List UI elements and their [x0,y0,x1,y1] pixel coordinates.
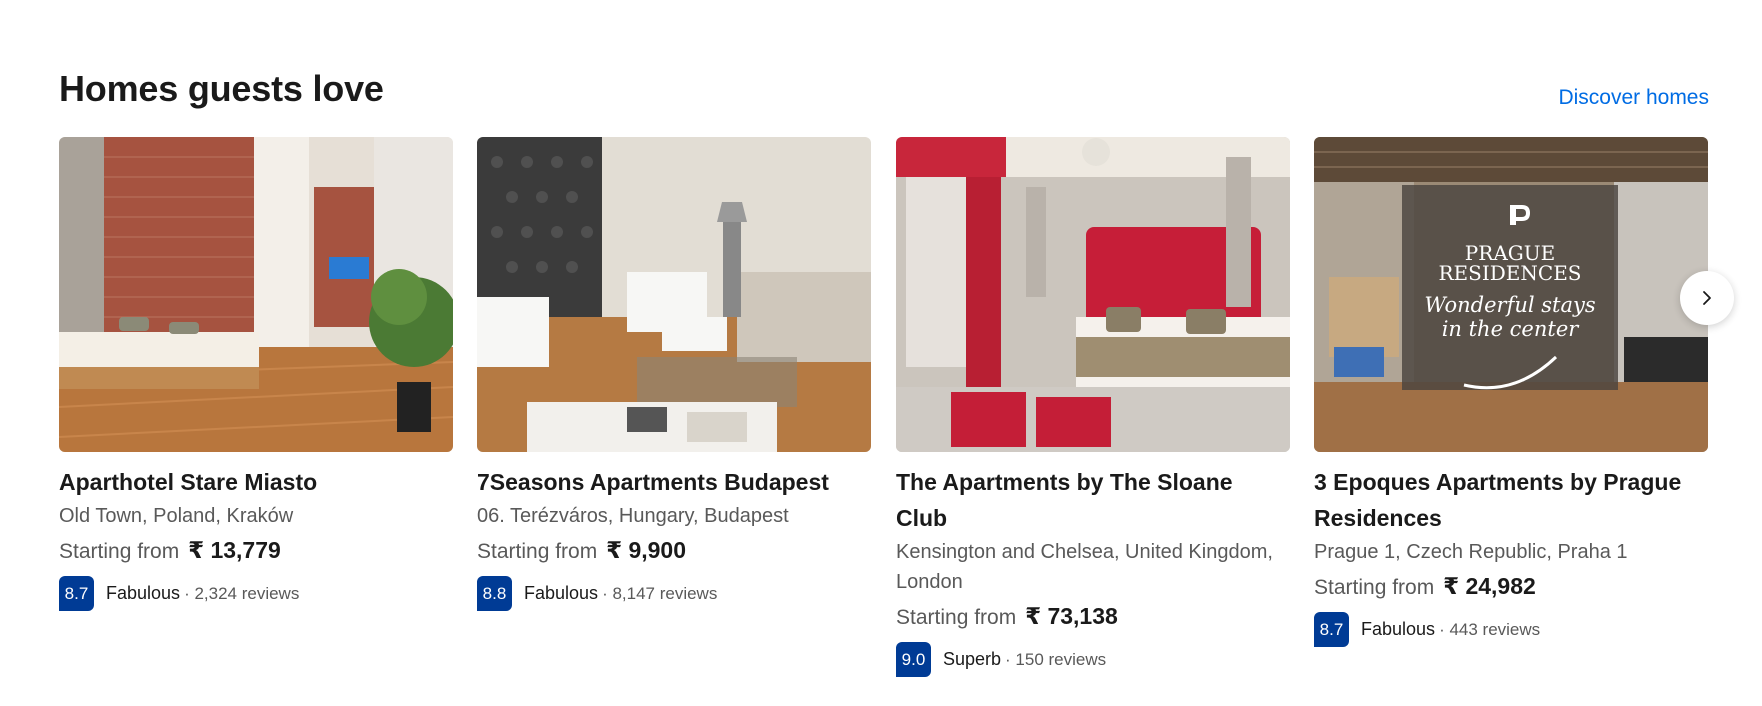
price-line: Starting from ₹ 9,900 [477,533,871,569]
property-location: Prague 1, Czech Republic, Praha 1 [1314,541,1628,563]
rating-row: 8.8 Fabulous · 8,147 reviews [477,576,871,611]
rating-row: 8.7 Fabulous · 2,324 reviews [59,576,453,611]
property-card[interactable]: 7Seasons Apartments Budapest 06. Terézvá… [477,137,871,611]
price-amount: ₹ 73,138 [1025,603,1118,629]
property-location: Old Town, Poland, Kraków [59,505,294,527]
brand-line-2: RESIDENCES [1439,261,1582,285]
property-photo[interactable] [477,137,871,452]
price-line: Starting from ₹ 24,982 [1314,569,1708,605]
property-photo[interactable] [896,137,1290,452]
price-prefix: Starting from [477,540,598,563]
review-score-badge: 8.7 [59,576,94,611]
review-count: · 443 reviews [1439,619,1541,639]
property-card[interactable]: PRAGUE RESIDENCES Wonderful stays in the… [1314,137,1708,647]
property-name[interactable]: 7Seasons Apartments Budapest [477,464,871,500]
review-score-word: Fabulous [524,583,599,603]
price-line: Starting from ₹ 73,138 [896,599,1290,635]
review-count: · 150 reviews [1005,649,1107,669]
room-photo-brick [59,137,453,452]
review-count: · 8,147 reviews [602,583,718,603]
price-amount: ₹ 9,900 [606,537,687,563]
review-count: · 2,324 reviews [184,583,300,603]
property-name[interactable]: The Apartments by The Sloane Club [896,464,1290,536]
property-photo[interactable]: PRAGUE RESIDENCES Wonderful stays in the… [1314,137,1708,452]
rating-row: 8.7 Fabulous · 443 reviews [1314,612,1708,647]
review-score-badge: 8.7 [1314,612,1349,647]
price-prefix: Starting from [896,606,1017,629]
price-line: Starting from ₹ 13,779 [59,533,453,569]
price-prefix: Starting from [1314,576,1435,599]
property-card[interactable]: The Apartments by The Sloane Club Kensin… [896,137,1290,677]
property-location: 06. Terézváros, Hungary, Budapest [477,505,789,527]
property-photo[interactable] [59,137,453,452]
property-name[interactable]: Aparthotel Stare Miasto [59,464,453,500]
tagline-line-1: Wonderful stays [1424,293,1596,317]
review-score-word: Superb [943,649,1002,669]
review-score-word: Fabulous [1361,619,1436,639]
rating-row: 9.0 Superb · 150 reviews [896,642,1290,677]
room-photo-red-bed [896,137,1290,452]
review-score-badge: 9.0 [896,642,931,677]
section-title: Homes guests love [59,68,384,109]
review-score-badge: 8.8 [477,576,512,611]
discover-homes-link[interactable]: Discover homes [1558,86,1709,110]
room-photo-living [477,137,871,452]
property-name[interactable]: 3 Epoques Apartments by Prague Residence… [1314,464,1708,536]
property-location: Kensington and Chelsea, United Kingdom, … [896,541,1273,593]
property-card[interactable]: Aparthotel Stare Miasto Old Town, Poland… [59,137,453,611]
price-prefix: Starting from [59,540,180,563]
review-score-word: Fabulous [106,583,181,603]
carousel-next-button[interactable] [1680,271,1734,325]
tagline-line-2: in the center [1442,317,1581,341]
chevron-right-icon [1703,291,1711,305]
room-photo-prague-residences: PRAGUE RESIDENCES Wonderful stays in the… [1314,137,1708,452]
price-amount: ₹ 13,779 [188,537,281,563]
property-carousel: Aparthotel Stare Miasto Old Town, Poland… [59,137,1709,697]
price-amount: ₹ 24,982 [1443,573,1536,599]
